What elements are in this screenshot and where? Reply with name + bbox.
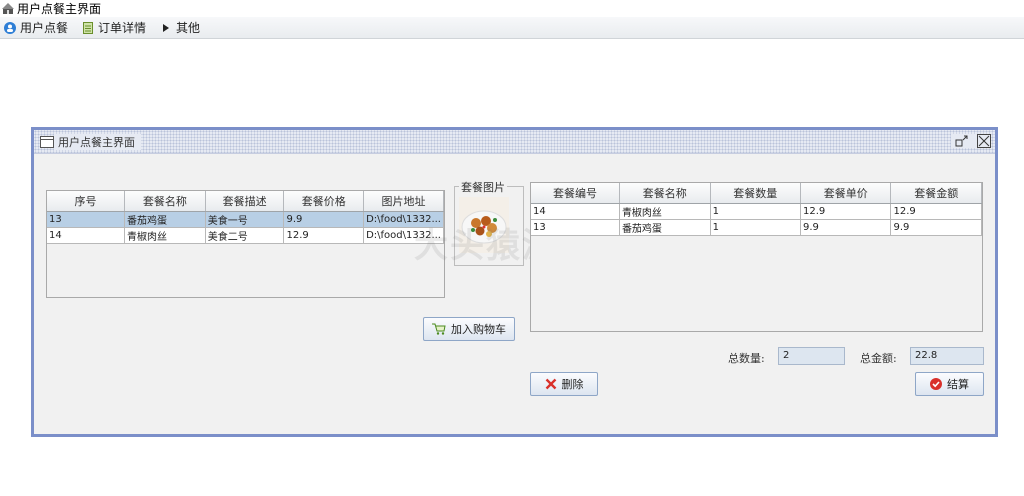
menu-table: 序号 套餐名称 套餐描述 套餐价格 图片地址 13 番茄鸡蛋 美食一号 9.9 … <box>46 190 445 298</box>
menu-label: 用户点餐 <box>20 21 69 35</box>
internal-frame-titlebar[interactable]: 用户点餐主界面 <box>34 130 995 154</box>
picture-group-legend: 套餐图片 <box>459 179 507 195</box>
column-header[interactable]: 套餐数量 <box>710 183 801 204</box>
table-row[interactable]: 14 青椒肉丝 1 12.9 12.9 <box>531 203 982 220</box>
table-row[interactable]: 14 青椒肉丝 美食二号 12.9 D:\food\1332... <box>47 227 444 244</box>
checkmark-circle-icon <box>930 378 942 390</box>
menu-bar: 用户点餐 订单详情 其他 <box>0 17 1024 39</box>
delete-x-icon <box>545 378 557 390</box>
cell-name: 青椒肉丝 <box>619 203 711 220</box>
window-title: 用户点餐主界面 <box>17 2 102 16</box>
table-header-row: 套餐编号 套餐名称 套餐数量 套餐单价 套餐金额 <box>531 183 982 204</box>
app-icon <box>2 2 14 15</box>
checkout-label: 结算 <box>947 378 969 391</box>
menu-other[interactable]: 其他 <box>160 19 200 36</box>
window-titlebar: 用户点餐主界面 <box>0 0 1024 17</box>
add-to-cart-label: 加入购物车 <box>451 323 506 336</box>
table-header-row: 序号 套餐名称 套餐描述 套餐价格 图片地址 <box>47 191 444 212</box>
delete-button[interactable]: 删除 <box>530 372 598 396</box>
cell-price: 12.9 <box>283 227 365 244</box>
cell-id: 13 <box>531 219 620 236</box>
cell-qty: 1 <box>710 203 801 220</box>
menu-label: 其他 <box>176 21 201 35</box>
cell-desc: 美食一号 <box>205 211 285 228</box>
column-header[interactable]: 序号 <box>47 191 126 212</box>
column-header[interactable]: 套餐名称 <box>124 191 206 212</box>
food-image <box>459 197 509 253</box>
column-header[interactable]: 套餐名称 <box>619 183 711 204</box>
column-header[interactable]: 套餐编号 <box>531 183 620 204</box>
restore-icon[interactable] <box>955 134 969 148</box>
cell-desc: 美食二号 <box>205 227 285 244</box>
document-icon <box>82 21 94 34</box>
table-row[interactable]: 13 番茄鸡蛋 1 9.9 9.9 <box>531 219 982 236</box>
cell-amount: 9.9 <box>890 219 982 236</box>
cell-price: 9.9 <box>283 211 365 228</box>
food-picture-group: 套餐图片 <box>454 179 524 266</box>
menu-user-order[interactable]: 用户点餐 <box>4 19 68 36</box>
total-amount-field[interactable]: 22.8 <box>910 347 984 365</box>
total-count-field[interactable]: 2 <box>778 347 845 365</box>
column-header[interactable]: 套餐单价 <box>800 183 892 204</box>
cell-path: D:\food\1332... <box>363 211 444 228</box>
column-header[interactable]: 套餐价格 <box>283 191 365 212</box>
column-header[interactable]: 套餐金额 <box>890 183 982 204</box>
user-circle-icon <box>4 21 16 34</box>
cell-path: D:\food\1332... <box>363 227 444 244</box>
cell-amount: 12.9 <box>890 203 982 220</box>
arrow-icon <box>160 22 172 34</box>
close-icon[interactable] <box>977 134 991 148</box>
add-to-cart-button[interactable]: 加入购物车 <box>423 317 515 341</box>
cell-name: 青椒肉丝 <box>124 227 206 244</box>
cell-id: 13 <box>47 211 126 228</box>
cell-unit-price: 12.9 <box>800 203 892 220</box>
menu-order-details[interactable]: 订单详情 <box>82 19 146 36</box>
frame-icon <box>40 135 54 148</box>
cart-table: 套餐编号 套餐名称 套餐数量 套餐单价 套餐金额 14 青椒肉丝 1 12.9 … <box>530 182 983 332</box>
cell-id: 14 <box>47 227 126 244</box>
cart-icon <box>432 323 446 335</box>
total-amount-label: 总金额: <box>860 352 897 365</box>
internal-frame: 用户点餐主界面 序号 套餐名称 套餐描述 套餐价格 图片地址 13 番茄鸡蛋 美… <box>31 127 998 437</box>
cell-qty: 1 <box>710 219 801 236</box>
table-row[interactable]: 13 番茄鸡蛋 美食一号 9.9 D:\food\1332... <box>47 211 444 228</box>
total-count-label: 总数量: <box>728 352 765 365</box>
cell-unit-price: 9.9 <box>800 219 892 236</box>
column-header[interactable]: 图片地址 <box>363 191 444 212</box>
delete-label: 删除 <box>561 378 584 391</box>
internal-frame-title: 用户点餐主界面 <box>54 133 141 150</box>
cell-name: 番茄鸡蛋 <box>124 211 206 228</box>
menu-label: 订单详情 <box>98 21 147 35</box>
column-header[interactable]: 套餐描述 <box>205 191 285 212</box>
cell-id: 14 <box>531 203 620 220</box>
checkout-button[interactable]: 结算 <box>915 372 984 396</box>
cell-name: 番茄鸡蛋 <box>619 219 711 236</box>
